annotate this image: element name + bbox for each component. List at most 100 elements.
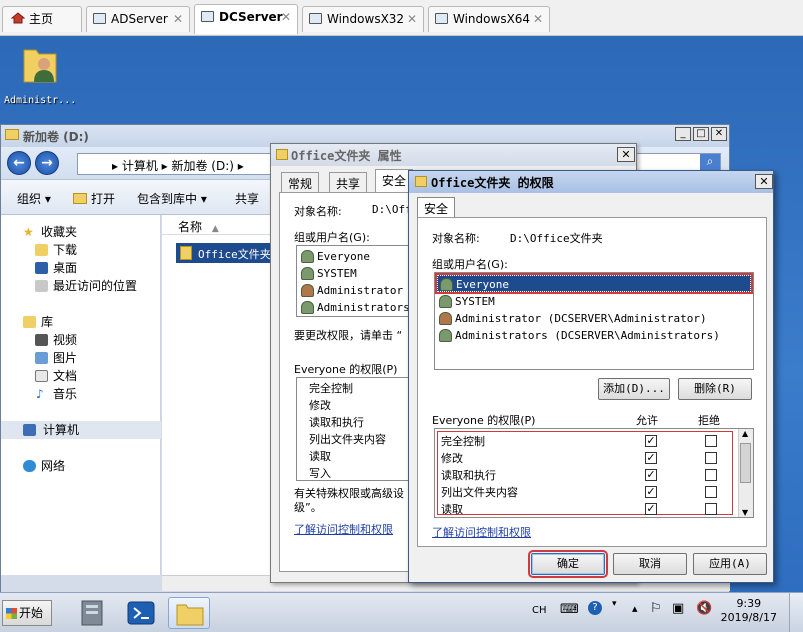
permission-name: 完全控制: [441, 435, 485, 448]
object-name-value: D:\Off: [372, 203, 412, 216]
close-icon[interactable]: ✕: [407, 7, 417, 31]
nav-item-pictures[interactable]: 图片: [1, 349, 161, 367]
close-icon[interactable]: ✕: [533, 7, 543, 31]
list-item[interactable]: Office文件夹: [176, 243, 272, 263]
close-icon[interactable]: ✕: [281, 5, 291, 29]
nav-item-recent[interactable]: 最近访问的位置: [1, 277, 161, 295]
flag-icon[interactable]: ⚐: [650, 601, 662, 616]
list-item[interactable]: Administrators: [299, 299, 410, 316]
user-name: Administrators: [317, 301, 410, 314]
nav-label: 视频: [53, 333, 78, 347]
include-in-library-button[interactable]: 包含到库中 ▾: [137, 190, 207, 207]
scroll-thumb[interactable]: [740, 443, 751, 483]
ime-indicator[interactable]: CH: [532, 605, 547, 616]
allow-checkbox[interactable]: ✓: [645, 486, 657, 498]
deny-checkbox[interactable]: [705, 486, 717, 498]
allow-checkbox[interactable]: ✓: [645, 452, 657, 464]
tab-security[interactable]: 安全: [417, 197, 456, 218]
allow-checkbox[interactable]: ✓: [645, 435, 657, 447]
show-hidden-icons[interactable]: ▴: [632, 602, 638, 615]
host-tab-windowsx32[interactable]: WindowsX32 ✕: [302, 6, 424, 32]
nav-item-network[interactable]: 网络: [1, 457, 161, 475]
close-button[interactable]: ✕: [711, 127, 727, 141]
list-item[interactable]: Everyone: [299, 248, 370, 265]
list-item[interactable]: Administrator (: [299, 282, 416, 299]
deny-checkbox[interactable]: [705, 452, 717, 464]
cancel-button[interactable]: 取消: [613, 553, 687, 575]
allow-checkbox[interactable]: ✓: [645, 469, 657, 481]
access-control-link[interactable]: 了解访问控制和权限: [294, 521, 393, 537]
remove-button[interactable]: 删除(R): [678, 378, 752, 400]
forward-button[interactable]: →: [35, 151, 59, 175]
close-button[interactable]: ✕: [755, 174, 773, 189]
nav-item-computer[interactable]: 计算机: [1, 421, 161, 439]
organize-button[interactable]: 组织 ▾: [17, 190, 51, 207]
object-name-label: 对象名称:: [294, 205, 342, 218]
desktop-icon-administrator[interactable]: Administr...: [4, 42, 76, 106]
list-item-everyone[interactable]: Everyone: [435, 273, 753, 294]
nav-item-downloads[interactable]: 下载: [1, 241, 161, 259]
back-button[interactable]: ←: [7, 151, 31, 175]
nav-item-desktop[interactable]: 桌面: [1, 259, 161, 277]
maximize-button[interactable]: □: [693, 127, 709, 141]
ime-options-icon[interactable]: ▾: [612, 599, 617, 609]
nav-item-favorites[interactable]: ★ 收藏夹: [1, 223, 161, 241]
address-path: ▸ 计算机 ▸ 新加卷 (D:) ▸: [112, 159, 244, 173]
user-icon: [439, 312, 452, 325]
open-button[interactable]: 打开: [73, 190, 115, 207]
user-list[interactable]: Everyone SYSTEM Administrator ( Administ…: [296, 245, 426, 317]
ok-button[interactable]: 确定: [528, 550, 608, 578]
permission-table[interactable]: 完全控制 ✓ 修改 ✓ 读取和执行 ✓ 列出文件夹内容 ✓ 读取 ✓ ▲ ▼: [434, 428, 754, 518]
close-icon[interactable]: ✕: [173, 7, 183, 31]
server-manager-taskbar-button[interactable]: [72, 597, 114, 629]
host-tab-adserver[interactable]: ADServer ✕: [86, 6, 190, 32]
host-tab-dcserver[interactable]: DCServer ✕: [194, 4, 298, 34]
deny-checkbox[interactable]: [705, 469, 717, 481]
document-icon: [35, 370, 48, 382]
volume-muted-icon[interactable]: 🔇: [696, 601, 712, 616]
clock[interactable]: 9:39 2019/8/17: [721, 597, 777, 625]
window-icon: [201, 11, 214, 22]
explorer-taskbar-button[interactable]: [168, 597, 210, 629]
host-tab-windowsx64[interactable]: WindowsX64 ✕: [428, 6, 550, 32]
host-tab-label: WindowsX64: [453, 12, 531, 26]
list-item[interactable]: Administrators (DCSERVER\Administrators): [437, 327, 720, 344]
start-button[interactable]: 开始: [2, 600, 52, 626]
address-bar[interactable]: ▸ 计算机 ▸ 新加卷 (D:) ▸: [77, 153, 277, 175]
allow-checkbox[interactable]: ✓: [645, 503, 657, 515]
list-item[interactable]: SYSTEM: [299, 265, 357, 282]
nav-item-videos[interactable]: 视频: [1, 331, 161, 349]
share-button[interactable]: 共享: [235, 190, 259, 207]
show-desktop-button[interactable]: [789, 593, 803, 632]
list-item[interactable]: SYSTEM: [437, 293, 495, 310]
permission-row: 读取 ✓: [441, 501, 741, 517]
nav-item-libraries[interactable]: 库: [1, 313, 161, 331]
vertical-scrollbar[interactable]: ▲ ▼: [738, 429, 753, 517]
apply-button[interactable]: 应用(A): [693, 553, 767, 575]
deny-checkbox[interactable]: [705, 503, 717, 515]
list-item[interactable]: Administrator (DCSERVER\Administrator): [437, 310, 707, 327]
host-tab-home[interactable]: 主页: [2, 6, 82, 32]
tab-general[interactable]: 常规: [281, 172, 320, 192]
close-button[interactable]: ✕: [617, 147, 635, 162]
nav-item-documents[interactable]: 文档: [1, 367, 161, 385]
user-list[interactable]: Everyone SYSTEM Administrator (DCSERVER\…: [434, 272, 754, 370]
recent-places-icon: [35, 280, 48, 292]
users-icon: [301, 250, 314, 263]
keyboard-icon[interactable]: ⌨: [560, 602, 579, 617]
access-control-link[interactable]: 了解访问控制和权限: [432, 524, 531, 540]
powershell-taskbar-button[interactable]: [120, 597, 162, 629]
permission-label: Everyone 的权限(P): [294, 363, 398, 376]
scroll-up-icon[interactable]: ▲: [742, 429, 748, 438]
column-header-name[interactable]: 名称 ▲: [162, 215, 272, 235]
network-icon[interactable]: ▣: [672, 601, 684, 616]
nav-item-music[interactable]: ♪ 音乐: [1, 385, 161, 403]
permissions-title: Office文件夹 的权限: [431, 176, 554, 190]
scroll-down-icon[interactable]: ▼: [742, 508, 748, 517]
minimize-button[interactable]: _: [675, 127, 691, 141]
deny-checkbox[interactable]: [705, 435, 717, 447]
permission-list[interactable]: 完全控制 修改 读取和执行 列出文件夹内容 读取 写入: [296, 377, 426, 481]
add-button[interactable]: 添加(D)...: [598, 378, 670, 400]
help-icon[interactable]: ?: [588, 601, 602, 615]
tab-sharing[interactable]: 共享: [329, 172, 368, 192]
